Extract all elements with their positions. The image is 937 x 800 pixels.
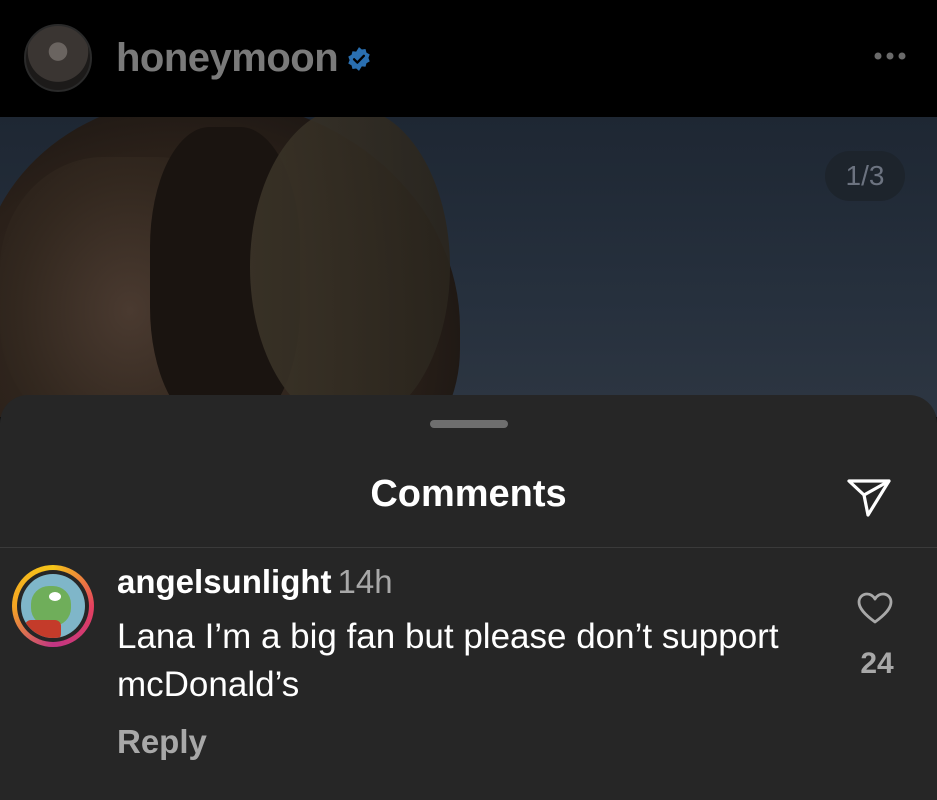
reply-button[interactable]: Reply — [117, 723, 207, 761]
comment-username[interactable]: angelsunlight — [117, 563, 332, 600]
commenter-avatar-image — [21, 574, 85, 638]
avatar-character-shirt — [25, 620, 61, 638]
post-header: honeymoon — [0, 0, 937, 117]
profile-avatar[interactable] — [24, 24, 92, 92]
comment-text: Lana I’m a big fan but please don’t supp… — [117, 617, 779, 704]
comment-username-line: angelsunlight 14h — [117, 563, 393, 601]
commenter-avatar[interactable] — [12, 565, 94, 647]
post-username[interactable]: honeymoon — [116, 36, 339, 81]
sheet-divider — [0, 547, 937, 548]
comments-title: Comments — [370, 473, 567, 515]
verified-badge-icon — [348, 47, 370, 71]
image-counter: 1/3 — [825, 151, 905, 201]
paper-plane-icon[interactable] — [846, 477, 892, 519]
like-count: 24 — [860, 647, 894, 680]
photo-hood-edge — [250, 117, 450, 417]
post-image[interactable] — [0, 117, 937, 417]
ellipsis-icon[interactable] — [873, 50, 907, 62]
heart-outline-icon[interactable] — [856, 591, 894, 625]
sheet-grabber-handle[interactable] — [430, 420, 508, 428]
avatar-character-eye — [49, 592, 61, 601]
comment-timestamp: 14h — [337, 563, 393, 600]
comments-sheet: Comments angelsunlight 14h Lana I’m a big… — [0, 395, 937, 800]
